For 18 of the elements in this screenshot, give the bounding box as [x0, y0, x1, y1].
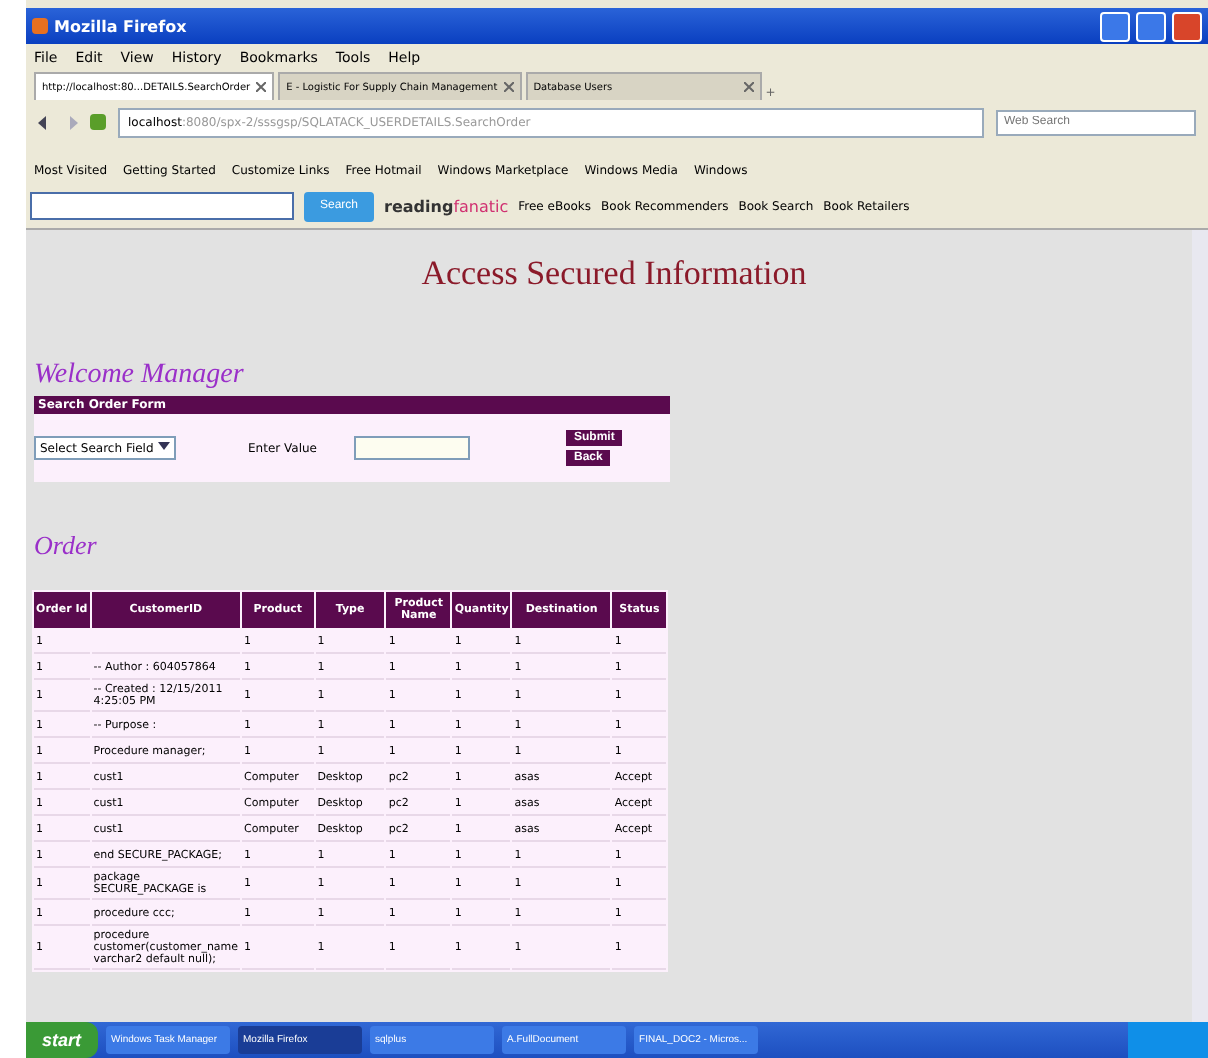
page-title: Access Secured Information — [419, 254, 809, 294]
close-button[interactable] — [1172, 11, 1202, 41]
system-tray — [1128, 1022, 1208, 1058]
close-icon[interactable] — [503, 82, 514, 92]
order-heading: Order — [34, 530, 99, 562]
close-icon[interactable] — [743, 82, 754, 92]
maximize-button[interactable] — [1136, 11, 1166, 41]
minimize-button[interactable] — [1100, 11, 1130, 41]
search-field[interactable] — [30, 192, 294, 220]
close-icon[interactable] — [256, 82, 267, 92]
caret-icon — [157, 440, 170, 452]
welcome-heading: Welcome Manager — [34, 360, 246, 392]
brand-logo[interactable]: readingfanatic — [384, 197, 509, 215]
start-button[interactable]: start — [26, 1022, 98, 1058]
window-title: Mozilla Firefox — [54, 17, 189, 35]
back-arrow-icon[interactable] — [38, 115, 52, 129]
scrollbar[interactable] — [1192, 230, 1208, 1022]
value-input[interactable] — [354, 435, 470, 460]
